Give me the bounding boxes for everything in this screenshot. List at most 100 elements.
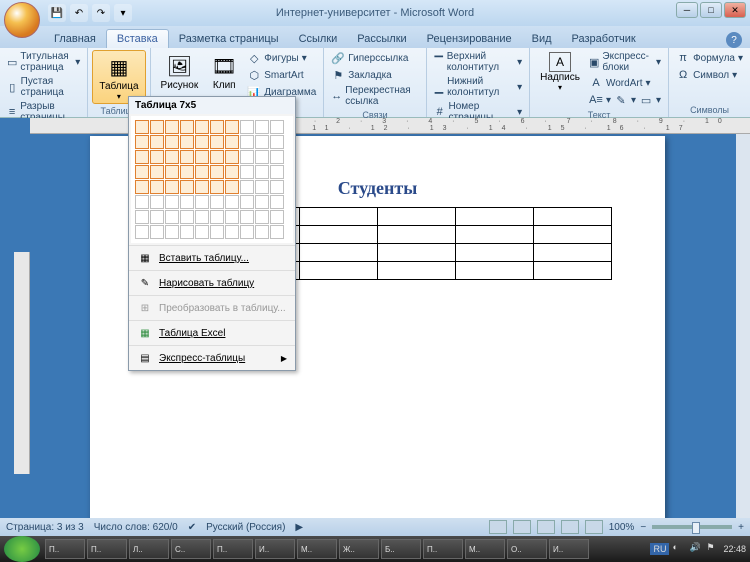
grid-cell[interactable] <box>180 180 194 194</box>
view-full-screen[interactable] <box>513 520 531 534</box>
picture-button[interactable]: 🖼Рисунок <box>155 50 205 100</box>
grid-cell[interactable] <box>210 225 224 239</box>
grid-cell[interactable] <box>270 120 284 134</box>
grid-cell[interactable] <box>255 120 269 134</box>
taskbar-item[interactable]: П.. <box>423 539 463 559</box>
taskbar-item[interactable]: М.. <box>297 539 337 559</box>
grid-cell[interactable] <box>270 210 284 224</box>
tab-review[interactable]: Рецензирование <box>417 30 522 48</box>
bookmark-button[interactable]: ⚑Закладка <box>328 67 422 83</box>
grid-cell[interactable] <box>240 135 254 149</box>
grid-cell[interactable] <box>240 120 254 134</box>
grid-cell[interactable] <box>255 225 269 239</box>
excel-table-item[interactable]: ▦Таблица Excel <box>129 320 295 345</box>
grid-cell[interactable] <box>225 150 239 164</box>
grid-cell[interactable] <box>180 210 194 224</box>
grid-cell[interactable] <box>165 195 179 209</box>
grid-cell[interactable] <box>180 165 194 179</box>
view-draft[interactable] <box>585 520 603 534</box>
taskbar-item[interactable]: И.. <box>255 539 295 559</box>
grid-cell[interactable] <box>225 195 239 209</box>
vertical-scrollbar[interactable] <box>736 134 750 518</box>
view-outline[interactable] <box>561 520 579 534</box>
table-size-grid[interactable] <box>131 116 293 243</box>
smartart-button[interactable]: ⬡SmartArt <box>244 67 319 83</box>
grid-cell[interactable] <box>135 225 149 239</box>
grid-cell[interactable] <box>240 180 254 194</box>
proofing-icon[interactable]: ✔ <box>188 522 196 533</box>
taskbar-item[interactable]: П.. <box>213 539 253 559</box>
grid-cell[interactable] <box>240 195 254 209</box>
grid-cell[interactable] <box>165 120 179 134</box>
tab-insert[interactable]: Вставка <box>106 29 169 48</box>
undo-icon[interactable]: ↶ <box>70 4 88 22</box>
grid-cell[interactable] <box>240 150 254 164</box>
tab-page-layout[interactable]: Разметка страницы <box>169 30 289 48</box>
grid-cell[interactable] <box>180 225 194 239</box>
wordart-button[interactable]: AWordArt▾ <box>586 75 664 91</box>
view-print-layout[interactable] <box>489 520 507 534</box>
status-language[interactable]: Русский (Россия) <box>206 522 285 533</box>
blank-page-button[interactable]: ▯Пустая страница <box>4 75 83 99</box>
start-button[interactable] <box>4 536 40 562</box>
grid-cell[interactable] <box>150 225 164 239</box>
redo-icon[interactable]: ↷ <box>92 4 110 22</box>
grid-cell[interactable] <box>150 120 164 134</box>
grid-cell[interactable] <box>210 210 224 224</box>
grid-cell[interactable] <box>210 135 224 149</box>
taskbar-item[interactable]: О.. <box>507 539 547 559</box>
grid-cell[interactable] <box>150 210 164 224</box>
grid-cell[interactable] <box>195 210 209 224</box>
maximize-button[interactable]: □ <box>700 2 722 18</box>
taskbar-item[interactable]: Ж.. <box>339 539 379 559</box>
taskbar-item[interactable]: Л.. <box>129 539 169 559</box>
crossref-button[interactable]: ↔Перекрестная ссылка <box>328 84 422 108</box>
grid-cell[interactable] <box>135 120 149 134</box>
tray-icon[interactable]: ⚑ <box>706 542 720 556</box>
grid-cell[interactable] <box>270 150 284 164</box>
vertical-ruler[interactable] <box>14 252 30 474</box>
title-page-button[interactable]: ▭Титульная страница▾ <box>4 50 83 74</box>
tab-view[interactable]: Вид <box>522 30 562 48</box>
footer-button[interactable]: ▁Нижний колонтитул▾ <box>431 75 525 99</box>
taskbar-item[interactable]: П.. <box>87 539 127 559</box>
grid-cell[interactable] <box>150 195 164 209</box>
quick-tables-item[interactable]: ▤Экспресс-таблицы▶ <box>129 345 295 370</box>
save-icon[interactable]: 💾 <box>48 4 66 22</box>
grid-cell[interactable] <box>210 195 224 209</box>
grid-cell[interactable] <box>135 195 149 209</box>
clock[interactable]: 22:48 <box>723 544 746 554</box>
tray-icon[interactable]: 🔊 <box>689 542 703 556</box>
close-button[interactable]: ✕ <box>724 2 746 18</box>
grid-cell[interactable] <box>165 150 179 164</box>
grid-cell[interactable] <box>195 180 209 194</box>
grid-cell[interactable] <box>135 180 149 194</box>
grid-cell[interactable] <box>165 210 179 224</box>
macro-icon[interactable]: ▶ <box>295 522 303 533</box>
grid-cell[interactable] <box>180 150 194 164</box>
grid-cell[interactable] <box>180 195 194 209</box>
shapes-button[interactable]: ◇Фигуры▾ <box>244 50 319 66</box>
draw-table-item[interactable]: ✎Нарисовать таблицу <box>129 270 295 295</box>
grid-cell[interactable] <box>270 165 284 179</box>
grid-cell[interactable] <box>225 135 239 149</box>
help-icon[interactable]: ? <box>726 32 742 48</box>
header-button[interactable]: ▔Верхний колонтитул▾ <box>431 50 525 74</box>
status-page[interactable]: Страница: 3 из 3 <box>6 522 84 533</box>
grid-cell[interactable] <box>255 180 269 194</box>
status-words[interactable]: Число слов: 620/0 <box>94 522 178 533</box>
grid-cell[interactable] <box>225 225 239 239</box>
zoom-slider[interactable] <box>652 525 732 529</box>
grid-cell[interactable] <box>135 135 149 149</box>
grid-cell[interactable] <box>135 210 149 224</box>
taskbar-item[interactable]: Б.. <box>381 539 421 559</box>
grid-cell[interactable] <box>165 180 179 194</box>
grid-cell[interactable] <box>135 150 149 164</box>
grid-cell[interactable] <box>255 165 269 179</box>
grid-cell[interactable] <box>240 225 254 239</box>
grid-cell[interactable] <box>150 150 164 164</box>
taskbar-item[interactable]: С.. <box>171 539 211 559</box>
tab-developer[interactable]: Разработчик <box>562 30 646 48</box>
grid-cell[interactable] <box>225 165 239 179</box>
zoom-out-button[interactable]: − <box>640 522 646 533</box>
